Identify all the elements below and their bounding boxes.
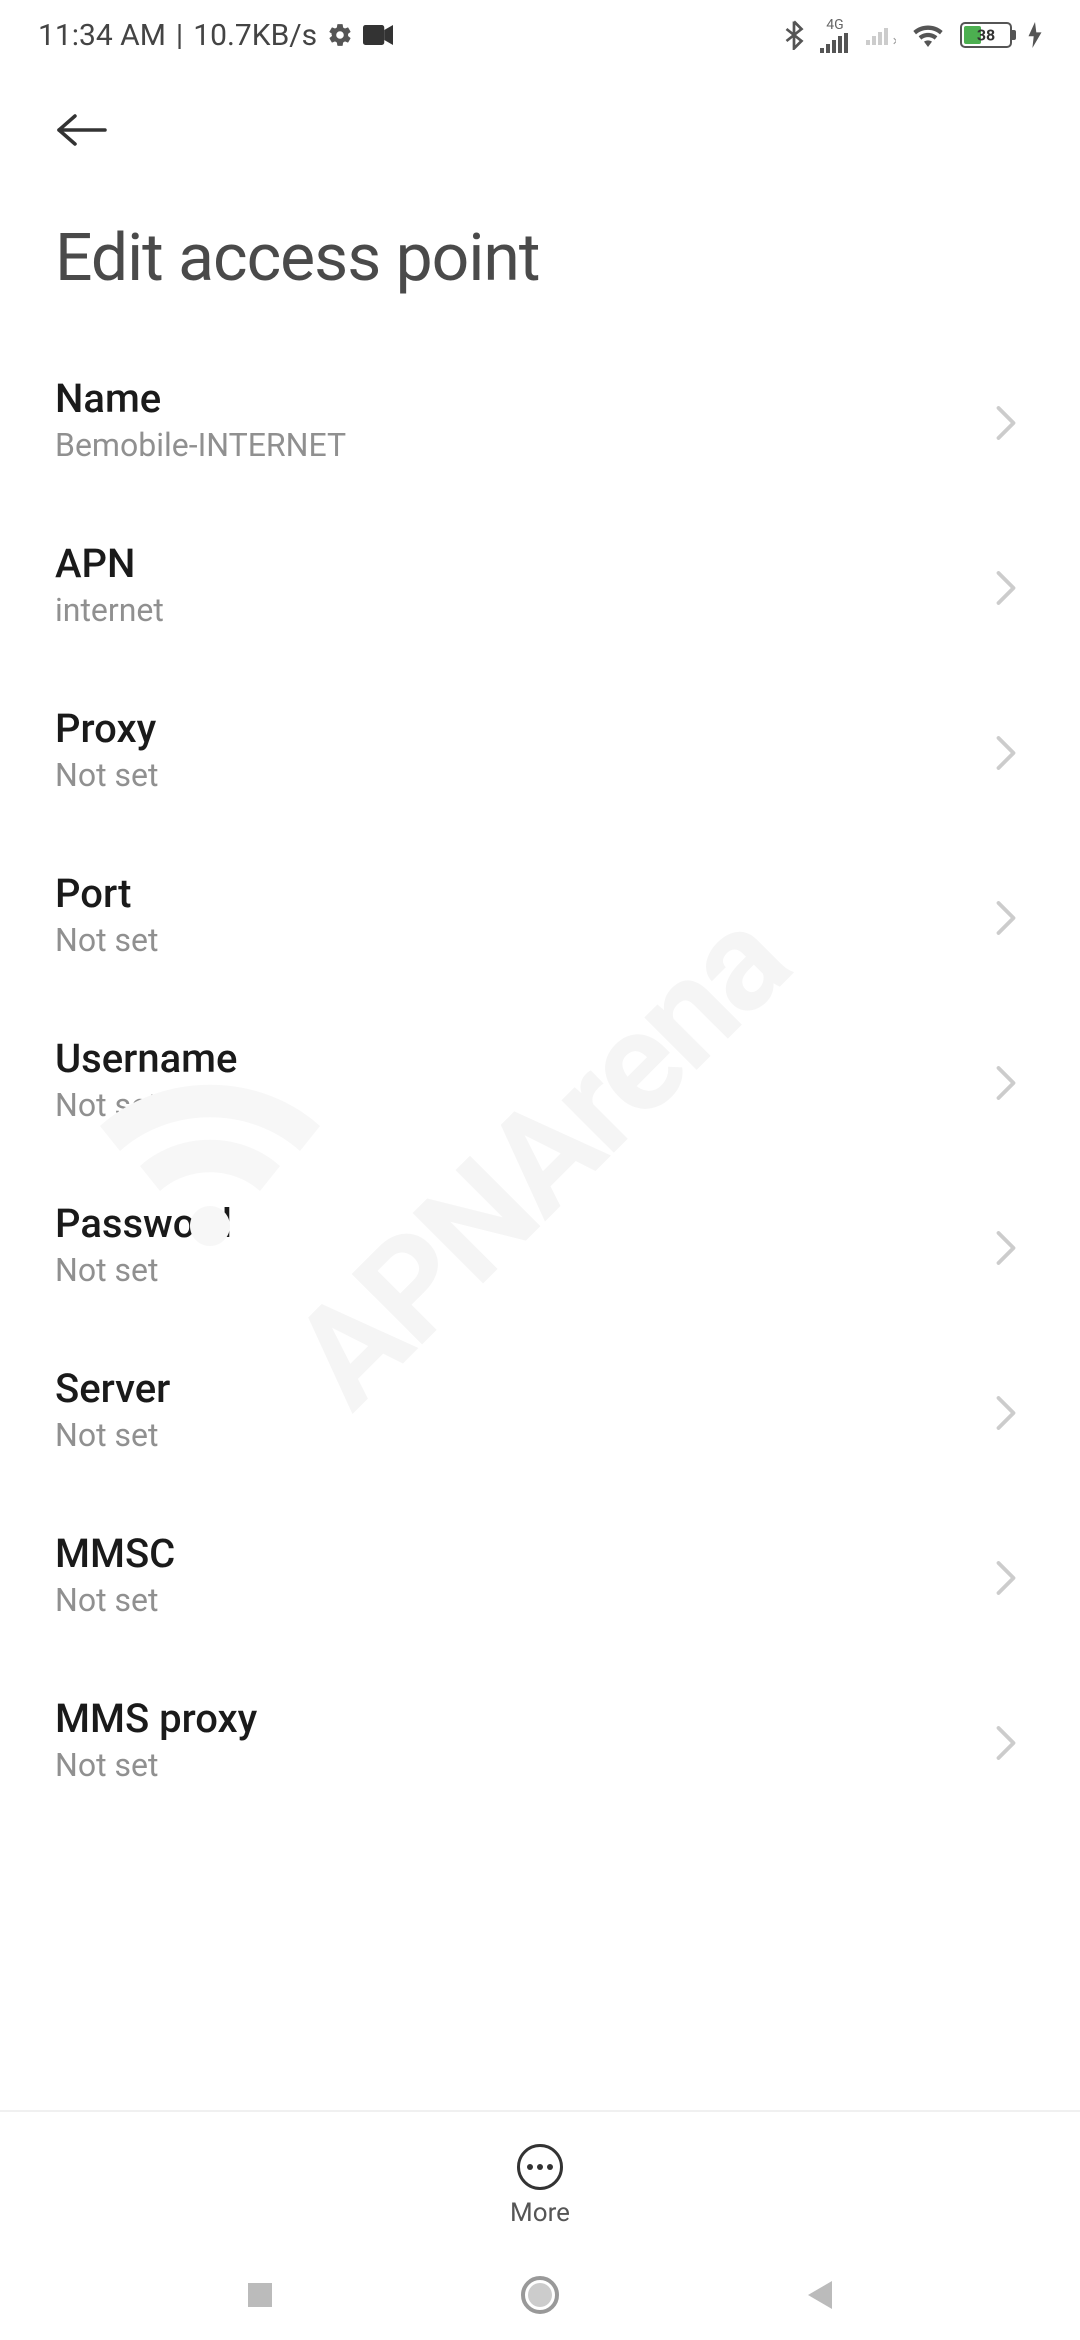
chevron-right-icon xyxy=(995,405,1025,435)
setting-content: Port Not set xyxy=(55,870,995,959)
setting-value: Bemobile-INTERNET xyxy=(55,426,995,464)
setting-label: APN xyxy=(55,540,995,587)
status-time: 11:34 AM xyxy=(38,18,166,53)
setting-item-mms-proxy[interactable]: MMS proxy Not set xyxy=(0,1657,1080,1822)
setting-content: APN internet xyxy=(55,540,995,629)
setting-value: Not set xyxy=(55,756,995,794)
chevron-right-icon xyxy=(995,1395,1025,1425)
chevron-right-icon xyxy=(995,570,1025,600)
circle-icon xyxy=(520,2275,560,2315)
signal-4g-icon: 4G xyxy=(820,17,850,53)
setting-value: Not set xyxy=(55,1416,995,1454)
gear-icon xyxy=(327,22,353,48)
setting-content: Name Bemobile-INTERNET xyxy=(55,375,995,464)
setting-item-mmsc[interactable]: MMSC Not set xyxy=(0,1492,1080,1657)
setting-label: Port xyxy=(55,870,995,917)
setting-value: Not set xyxy=(55,1251,995,1289)
setting-value: internet xyxy=(55,591,995,629)
nav-back-button[interactable] xyxy=(798,2273,842,2317)
setting-content: Proxy Not set xyxy=(55,705,995,794)
setting-value: Not set xyxy=(55,921,995,959)
chevron-right-icon xyxy=(995,735,1025,765)
setting-label: Name xyxy=(55,375,995,422)
triangle-left-icon xyxy=(804,2277,836,2313)
setting-value: Not set xyxy=(55,1746,995,1784)
battery-icon: 38 xyxy=(960,22,1012,48)
header xyxy=(0,70,1080,170)
nav-bar xyxy=(0,2250,1080,2340)
status-data-speed: 10.7KB/s xyxy=(193,18,317,53)
chevron-right-icon xyxy=(995,900,1025,930)
arrow-left-icon xyxy=(55,112,109,148)
status-left: 11:34 AM | 10.7KB/s xyxy=(38,18,393,53)
svg-text:✕: ✕ xyxy=(892,35,896,45)
setting-label: MMSC xyxy=(55,1530,995,1577)
setting-value: Not set xyxy=(55,1581,995,1619)
video-icon xyxy=(363,25,393,45)
setting-label: Proxy xyxy=(55,705,995,752)
chevron-right-icon xyxy=(995,1725,1025,1755)
setting-item-apn[interactable]: APN internet xyxy=(0,502,1080,667)
setting-content: MMS proxy Not set xyxy=(55,1695,995,1784)
back-button[interactable] xyxy=(55,100,115,160)
setting-item-name[interactable]: Name Bemobile-INTERNET xyxy=(0,337,1080,502)
setting-content: MMSC Not set xyxy=(55,1530,995,1619)
setting-item-server[interactable]: Server Not set xyxy=(0,1327,1080,1492)
chevron-right-icon xyxy=(995,1065,1025,1095)
signal-no-sim-icon: ✕ xyxy=(866,25,896,45)
nav-recent-button[interactable] xyxy=(238,2273,282,2317)
bluetooth-icon xyxy=(784,20,804,50)
setting-label: MMS proxy xyxy=(55,1695,995,1742)
status-right: 4G ✕ 38 xyxy=(784,17,1042,53)
setting-content: Server Not set xyxy=(55,1365,995,1454)
page-title: Edit access point xyxy=(0,170,1080,337)
wifi-icon xyxy=(912,23,944,47)
status-bar: 11:34 AM | 10.7KB/s 4G ✕ 38 xyxy=(0,0,1080,70)
nav-home-button[interactable] xyxy=(518,2273,562,2317)
chevron-right-icon xyxy=(995,1230,1025,1260)
chevron-right-icon xyxy=(995,1560,1025,1590)
status-divider: | xyxy=(176,18,183,53)
setting-item-port[interactable]: Port Not set xyxy=(0,832,1080,997)
watermark-wifi-icon xyxy=(90,1066,330,1250)
setting-item-proxy[interactable]: Proxy Not set xyxy=(0,667,1080,832)
setting-label: Server xyxy=(55,1365,995,1412)
charging-icon xyxy=(1028,22,1042,48)
square-icon xyxy=(244,2279,276,2311)
